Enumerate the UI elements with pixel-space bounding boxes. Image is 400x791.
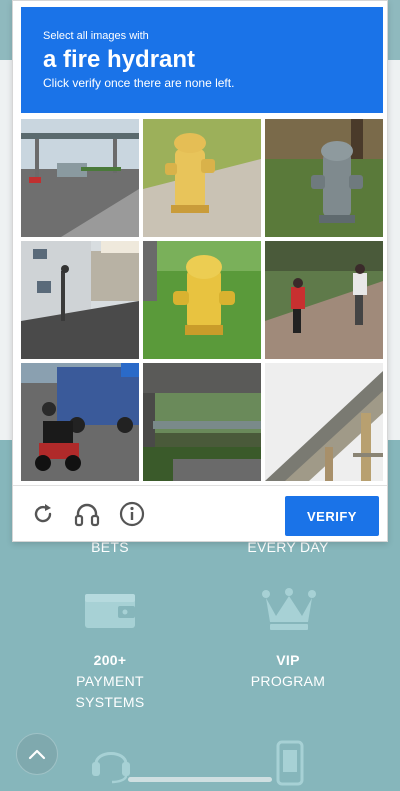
info-icon: [119, 501, 145, 527]
headphones-icon: [74, 503, 100, 527]
reload-button[interactable]: [29, 500, 57, 528]
mobile-phone-icon: [276, 740, 304, 786]
info-button[interactable]: [118, 500, 146, 528]
chevron-up-icon: [28, 749, 46, 760]
captcha-footer: VERIFY: [13, 485, 387, 541]
captcha-target-object: a fire hydrant: [43, 46, 196, 73]
audio-challenge-button[interactable]: [73, 500, 101, 528]
support-headset-icon: [88, 740, 134, 784]
captcha-tile-2[interactable]: [143, 119, 261, 237]
payment-label-1: PAYMENT: [76, 673, 144, 689]
captcha-header: Select all images with a fire hydrant Cl…: [21, 7, 383, 113]
captcha-image-grid: [21, 119, 383, 481]
captcha-tile-6[interactable]: [265, 241, 383, 359]
payment-feature: 200+ PAYMENT SYSTEMS: [70, 650, 150, 713]
captcha-instruction-sub: Click verify once there are none left.: [43, 76, 235, 90]
payment-label-2: SYSTEMS: [75, 694, 145, 710]
captcha-instruction: Select all images with: [43, 30, 149, 42]
program-label: PROGRAM: [250, 673, 326, 689]
wallet-icon: [84, 590, 136, 630]
vip-feature: VIP PROGRAM: [238, 650, 338, 692]
payment-count: 200+: [93, 652, 127, 668]
scroll-to-top-button[interactable]: [16, 733, 58, 775]
reload-icon: [34, 504, 52, 523]
captcha-tile-4[interactable]: [21, 241, 139, 359]
captcha-tile-3[interactable]: [265, 119, 383, 237]
captcha-tile-8[interactable]: [143, 363, 261, 481]
home-indicator: [128, 777, 272, 782]
captcha-tile-9[interactable]: [265, 363, 383, 481]
vip-label: VIP: [276, 652, 300, 668]
captcha-tile-7[interactable]: [21, 363, 139, 481]
captcha-dialog: Select all images with a fire hydrant Cl…: [12, 0, 388, 542]
captcha-tile-1[interactable]: [21, 119, 139, 237]
verify-button[interactable]: VERIFY: [285, 496, 379, 536]
crown-icon: [262, 588, 316, 632]
captcha-tile-5[interactable]: [143, 241, 261, 359]
